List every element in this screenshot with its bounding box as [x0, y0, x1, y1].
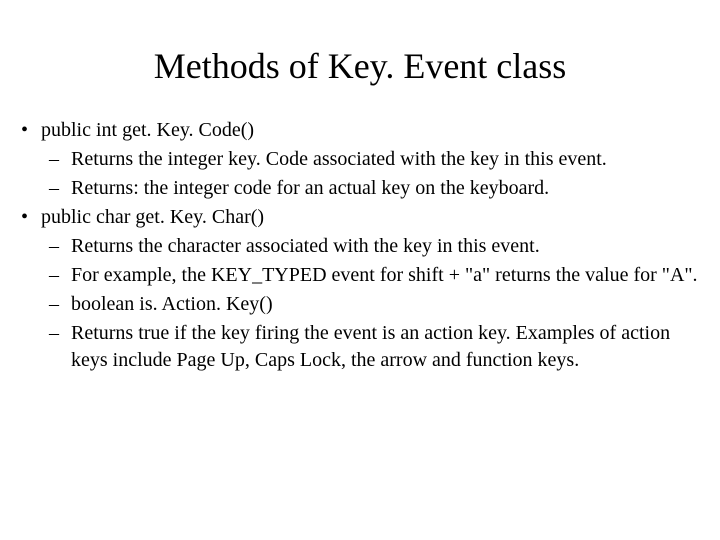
bullet-list: public int get. Key. Code() Returns the …	[15, 117, 705, 374]
slide-title: Methods of Key. Event class	[15, 45, 705, 87]
list-item-text: public int get. Key. Code()	[41, 119, 254, 141]
list-item-text: public char get. Key. Char()	[41, 206, 264, 228]
list-item: public char get. Key. Char() Returns the…	[15, 204, 705, 374]
sub-list-item: Returns: the integer code for an actual …	[41, 175, 705, 202]
sub-list-item: Returns true if the key firing the event…	[41, 320, 705, 374]
sub-list: Returns the character associated with th…	[41, 233, 705, 374]
sub-list-item: boolean is. Action. Key()	[41, 291, 705, 318]
sub-list-item: Returns the integer key. Code associated…	[41, 146, 705, 173]
sub-list-item: For example, the KEY_TYPED event for shi…	[41, 262, 705, 289]
list-item: public int get. Key. Code() Returns the …	[15, 117, 705, 202]
sub-list: Returns the integer key. Code associated…	[41, 146, 705, 202]
sub-list-item: Returns the character associated with th…	[41, 233, 705, 260]
